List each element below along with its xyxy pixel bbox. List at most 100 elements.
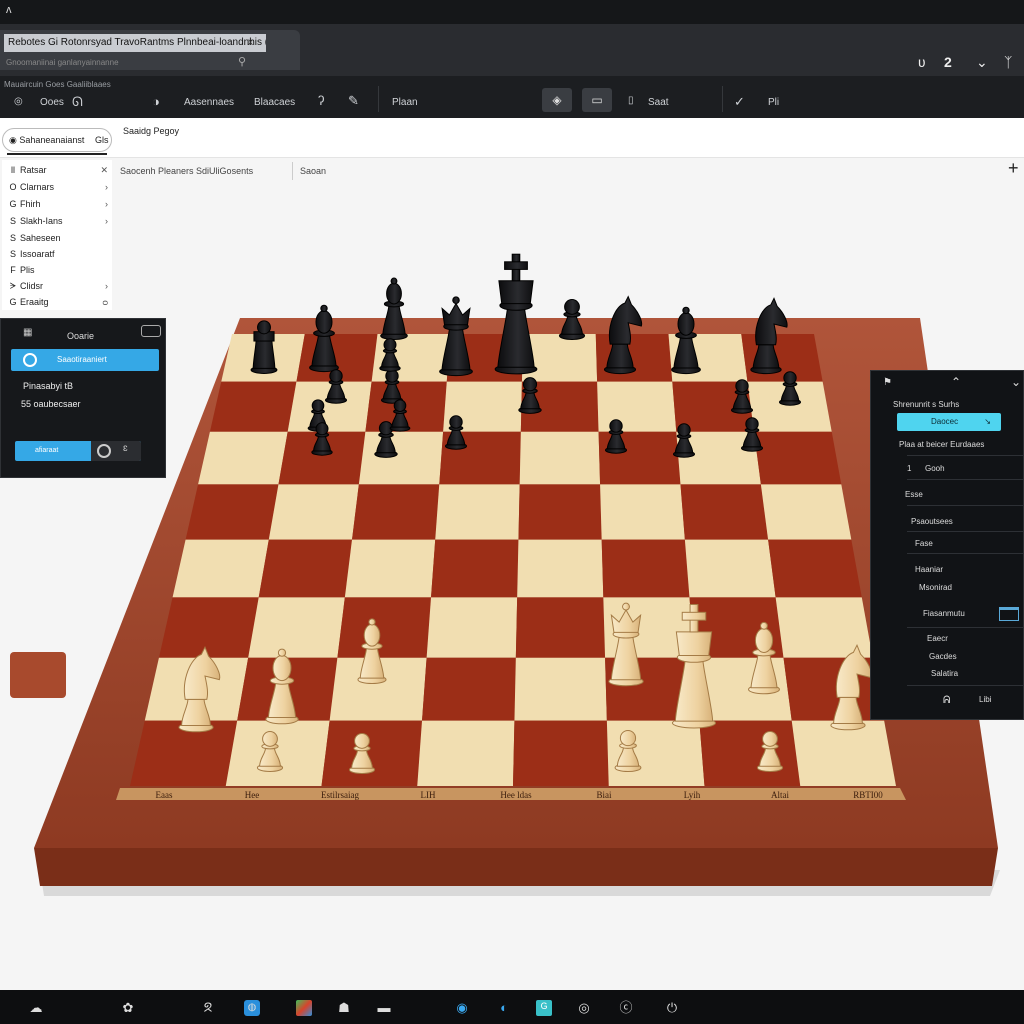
- cloud-icon[interactable]: ☁: [28, 1000, 44, 1016]
- board-square[interactable]: [699, 720, 801, 786]
- board-square[interactable]: [597, 381, 677, 432]
- move-label[interactable]: Psaoutsees: [911, 517, 953, 526]
- board-square[interactable]: [680, 484, 769, 540]
- board-square[interactable]: [371, 334, 451, 382]
- move-number: 1: [907, 464, 912, 473]
- divider: [907, 627, 1023, 628]
- mail-icon[interactable]: ⓒ: [618, 1000, 634, 1016]
- power-icon[interactable]: ⏻: [664, 1000, 680, 1016]
- board-square[interactable]: [172, 539, 269, 598]
- file-label: Hee ldas: [500, 790, 532, 800]
- board-square[interactable]: [518, 484, 602, 540]
- photos-icon[interactable]: [296, 1000, 312, 1016]
- start-button[interactable]: Saaotiraaniert: [11, 349, 159, 371]
- chevron-icon[interactable]: ⌃: [951, 375, 961, 389]
- player-rating: 55 oaubecsaer: [21, 399, 81, 409]
- divider: [907, 505, 1023, 506]
- move-label[interactable]: Salatira: [931, 669, 958, 678]
- file-label: Eaas: [156, 790, 173, 800]
- panel-subtitle: Plaa at beicer Eurdaaes: [899, 440, 985, 449]
- board-square[interactable]: [600, 484, 685, 540]
- board-square[interactable]: [352, 484, 440, 540]
- chrome-icon[interactable]: ◉: [454, 1000, 470, 1016]
- board-square[interactable]: [513, 720, 609, 786]
- board-square[interactable]: [268, 484, 359, 540]
- board-square[interactable]: [358, 431, 444, 485]
- file-label: Altai: [771, 790, 789, 800]
- black-bishop-icon[interactable]: [380, 277, 408, 340]
- board-square[interactable]: [337, 597, 432, 658]
- board-square[interactable]: [185, 484, 279, 540]
- browser-icon[interactable]: ◍: [244, 1000, 260, 1016]
- board-square[interactable]: [248, 597, 345, 658]
- board-square[interactable]: [519, 431, 601, 485]
- action-toggle[interactable]: ɛ: [91, 441, 141, 461]
- board-square[interactable]: [601, 539, 690, 598]
- move-label[interactable]: Haaniar: [915, 565, 943, 574]
- board-square[interactable]: [209, 381, 297, 432]
- toggle-icon[interactable]: [141, 325, 161, 337]
- chart-icon[interactable]: ᘝ: [200, 1000, 216, 1016]
- bell-icon[interactable]: ᕱ: [943, 695, 950, 706]
- steam-icon[interactable]: ▬: [376, 1000, 392, 1016]
- player-name: Pinasabyi tB: [23, 381, 74, 391]
- board-square[interactable]: [684, 539, 776, 598]
- folder-icon[interactable]: [999, 607, 1019, 621]
- board-square[interactable]: [741, 334, 823, 382]
- move-label[interactable]: Fase: [915, 539, 933, 548]
- board-square[interactable]: [514, 657, 607, 721]
- spotify-icon[interactable]: ◎: [576, 1000, 592, 1016]
- board-square[interactable]: [287, 381, 372, 432]
- move-label[interactable]: Eaecr: [927, 634, 948, 643]
- board-square[interactable]: [321, 720, 423, 786]
- divider: [907, 479, 1023, 480]
- divider: [907, 531, 1023, 532]
- settings-icon[interactable]: ✿: [120, 1000, 136, 1016]
- radio-icon: [97, 444, 111, 458]
- board-square[interactable]: [198, 431, 288, 485]
- board-square[interactable]: [258, 539, 353, 598]
- download-button[interactable]: Daocec ↘: [897, 413, 1001, 431]
- file-label: Lyih: [684, 790, 701, 800]
- board-square[interactable]: [344, 539, 436, 598]
- board-square[interactable]: [768, 539, 862, 598]
- board-drawer[interactable]: [10, 652, 66, 698]
- grid-icon[interactable]: ▦: [23, 327, 32, 338]
- refresh-icon: [23, 353, 37, 367]
- board-square[interactable]: [435, 484, 520, 540]
- black-king-icon[interactable]: [494, 253, 538, 375]
- move-label[interactable]: Msonirad: [919, 583, 952, 592]
- divider: [907, 685, 1023, 686]
- expand-icon[interactable]: ⌄: [1011, 375, 1021, 389]
- board-square[interactable]: [754, 431, 842, 485]
- move-label[interactable]: Gacdes: [929, 652, 957, 661]
- footer-label[interactable]: Libi: [979, 695, 991, 704]
- files-icon[interactable]: ᴳ: [536, 1000, 552, 1016]
- arrow-icon: ↘: [984, 417, 991, 426]
- taskbar: ☁ ✿ ᘝ ◍ ☗ ▬ ◉ ◐ ᴳ ◎ ⓒ ⏻: [0, 990, 1024, 1024]
- board-frame-edge: [34, 848, 998, 886]
- board-square[interactable]: [791, 720, 896, 786]
- file-label: RBTI00: [853, 790, 883, 800]
- file-label: Estilrsaiag: [321, 790, 359, 800]
- board-square[interactable]: [158, 597, 259, 658]
- move-label[interactable]: Fiasanmutu: [923, 609, 965, 618]
- move-label[interactable]: Gooh: [925, 464, 945, 473]
- store-icon[interactable]: ☗: [336, 1000, 352, 1016]
- board-square[interactable]: [760, 484, 852, 540]
- board-square[interactable]: [431, 539, 519, 598]
- board-square[interactable]: [595, 334, 673, 382]
- edge-icon[interactable]: ◐: [496, 1000, 512, 1016]
- board-square[interactable]: [417, 720, 515, 786]
- board-square[interactable]: [515, 597, 606, 658]
- moves-panel: ⚑ ⌃ ⌄ Shrenunrit s Surhs Daocec ↘ Plaa a…: [870, 370, 1024, 720]
- board-square[interactable]: [517, 539, 604, 598]
- file-label: Biai: [597, 790, 612, 800]
- board-square[interactable]: [225, 720, 330, 786]
- board-square[interactable]: [422, 657, 516, 721]
- move-label[interactable]: Esse: [905, 490, 923, 499]
- flag-icon[interactable]: ⚑: [883, 377, 892, 388]
- file-label: LIH: [421, 790, 436, 800]
- board-square[interactable]: [426, 597, 518, 658]
- download-button-label: Daocec: [931, 417, 959, 426]
